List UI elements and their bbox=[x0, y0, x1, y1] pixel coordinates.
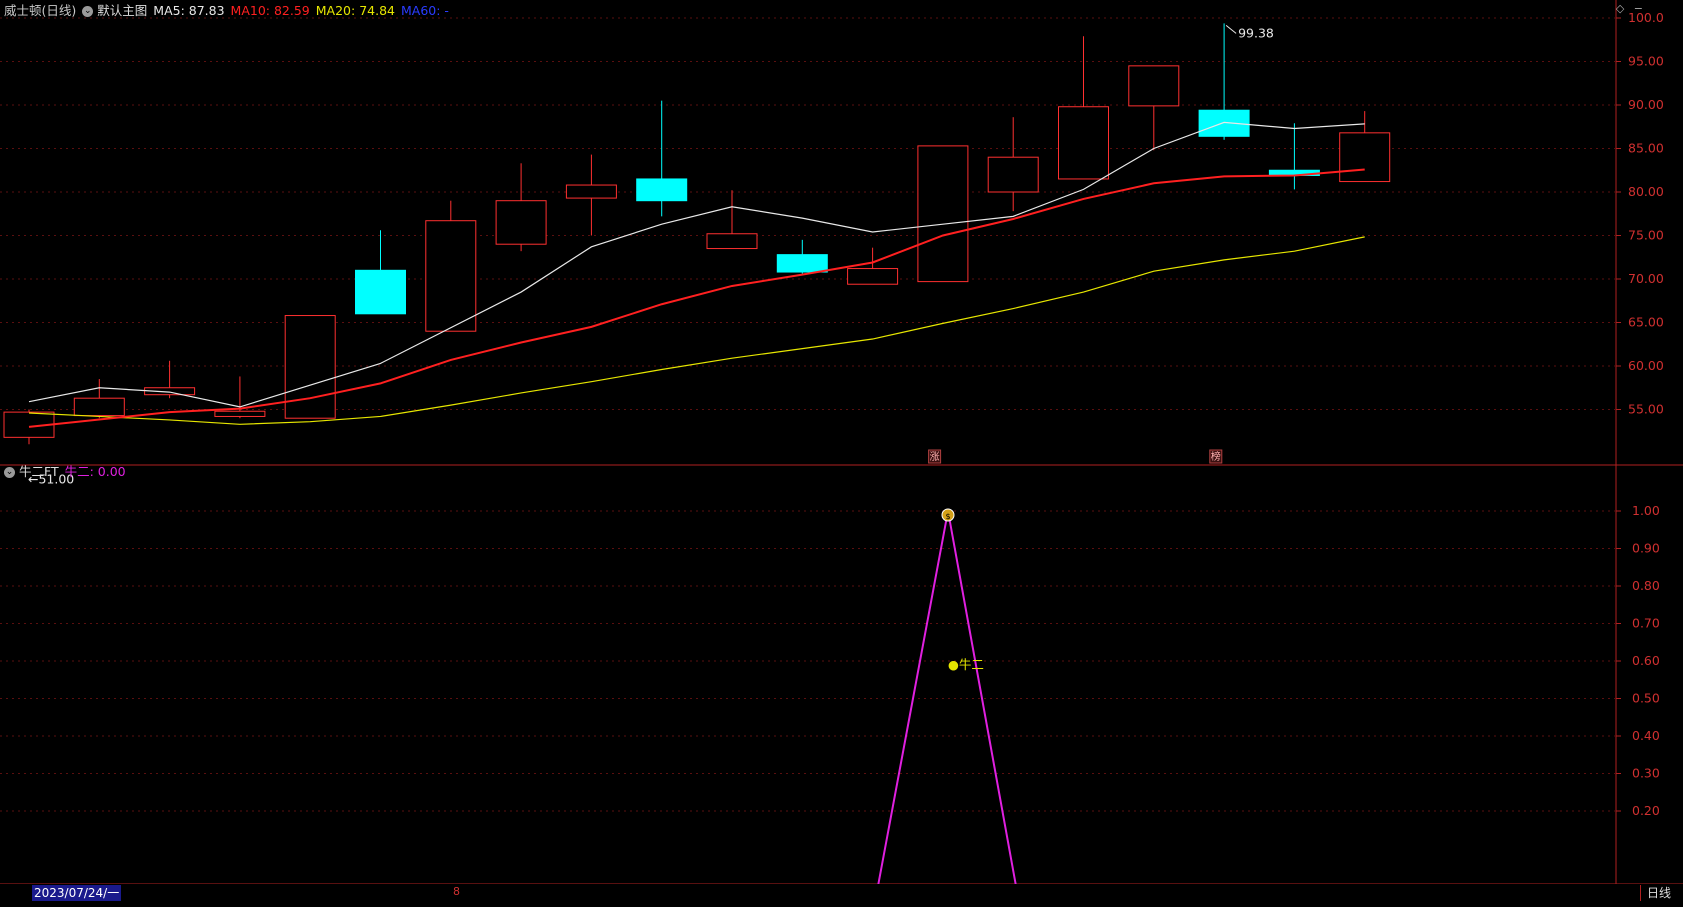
candle-body bbox=[1058, 106, 1109, 180]
ma5-value: MA5: 87.83 bbox=[153, 3, 225, 18]
y-tick-label: 1.00 bbox=[1632, 503, 1660, 518]
signal-badge-left: 涨 bbox=[930, 451, 940, 463]
candle-body bbox=[776, 254, 828, 273]
stock-title[interactable]: 威士顿(日线) bbox=[4, 2, 76, 20]
signal-badge-right: 榜 bbox=[1211, 450, 1221, 463]
date-cursor: 2023/07/24/一 bbox=[32, 885, 122, 901]
high-price-label: 99.38 bbox=[1238, 25, 1274, 40]
template-label[interactable]: 默认主图 bbox=[97, 2, 147, 20]
ma20-value: MA20: 74.84 bbox=[315, 3, 395, 18]
period-button[interactable]: 日线 bbox=[1640, 885, 1671, 901]
kline-window: 100.0 95.00 90.00 85.00 80.00 75.00 70.00 65.00… bbox=[0, 0, 1683, 903]
candle-body bbox=[987, 156, 1039, 193]
chevron-down-icon[interactable]: ⌄ bbox=[4, 466, 15, 478]
high-arrow bbox=[1225, 25, 1237, 34]
y-tick-label: 85.00 bbox=[1628, 141, 1664, 156]
indicator-value: 牛二: 0.00 bbox=[64, 464, 126, 479]
indicator-header: ⌄ 牛二FT 牛二: 0.00 bbox=[4, 463, 132, 481]
pane-icons: ◇ − bbox=[1616, 2, 1643, 15]
candle-body bbox=[847, 268, 899, 285]
y-tick-label: 65.00 bbox=[1628, 315, 1664, 330]
candle-body bbox=[1339, 132, 1391, 183]
ma10-value: MA10: 82.59 bbox=[230, 3, 310, 18]
ma60-value: MA60: - bbox=[400, 3, 449, 18]
y-tick-label: 55.00 bbox=[1628, 402, 1664, 417]
status-bar bbox=[0, 884, 1683, 903]
candle-body bbox=[495, 200, 547, 245]
diamond-icon[interactable]: ◇ bbox=[1616, 2, 1624, 15]
y-tick-label: 0.80 bbox=[1632, 578, 1660, 593]
y-tick-label: 0.70 bbox=[1632, 616, 1660, 631]
y-tick-label: 60.00 bbox=[1628, 358, 1664, 373]
y-tick-label: 0.20 bbox=[1632, 803, 1660, 818]
ma20-line bbox=[28, 236, 1365, 425]
y-tick-label: 80.00 bbox=[1628, 184, 1664, 199]
candle-body bbox=[636, 178, 688, 202]
candle-body bbox=[425, 220, 477, 332]
y-tick-label: 0.60 bbox=[1632, 653, 1660, 668]
month-marker: 8 bbox=[453, 885, 460, 898]
y-tick-label: 0.90 bbox=[1632, 541, 1660, 556]
candle-body bbox=[1128, 65, 1180, 107]
y-tick-label: 0.50 bbox=[1632, 691, 1660, 706]
candle-body bbox=[917, 145, 969, 283]
candle-body bbox=[214, 410, 266, 417]
candle-body bbox=[73, 397, 125, 417]
candle-body bbox=[706, 233, 758, 250]
candle-body bbox=[355, 269, 406, 315]
ma10-line bbox=[28, 168, 1365, 428]
chart-canvas[interactable]: 100.095.0090.0085.0080.0075.0070.0065.00… bbox=[0, 0, 1683, 903]
y-tick-label: 95.00 bbox=[1628, 54, 1664, 69]
candle-body bbox=[1198, 109, 1250, 137]
candle-body bbox=[284, 315, 336, 419]
main-chart-header: 威士顿(日线) ⌄ 默认主图 MA5: 87.83 MA10: 82.59 MA… bbox=[4, 2, 455, 20]
minus-icon[interactable]: − bbox=[1634, 2, 1643, 15]
money-bag-glyph: $ bbox=[945, 512, 950, 521]
niuer-line-label: ●牛二 bbox=[948, 657, 984, 672]
y-tick-label: 75.00 bbox=[1628, 228, 1664, 243]
chevron-down-icon[interactable]: ⌄ bbox=[82, 5, 94, 17]
y-tick-label: 70.00 bbox=[1628, 271, 1664, 286]
y-tick-label: 0.40 bbox=[1632, 728, 1660, 743]
indicator-title[interactable]: 牛二FT bbox=[19, 463, 59, 481]
y-tick-label: 90.00 bbox=[1628, 97, 1664, 112]
y-tick-label: 0.30 bbox=[1632, 766, 1660, 781]
candle-body bbox=[565, 184, 617, 199]
